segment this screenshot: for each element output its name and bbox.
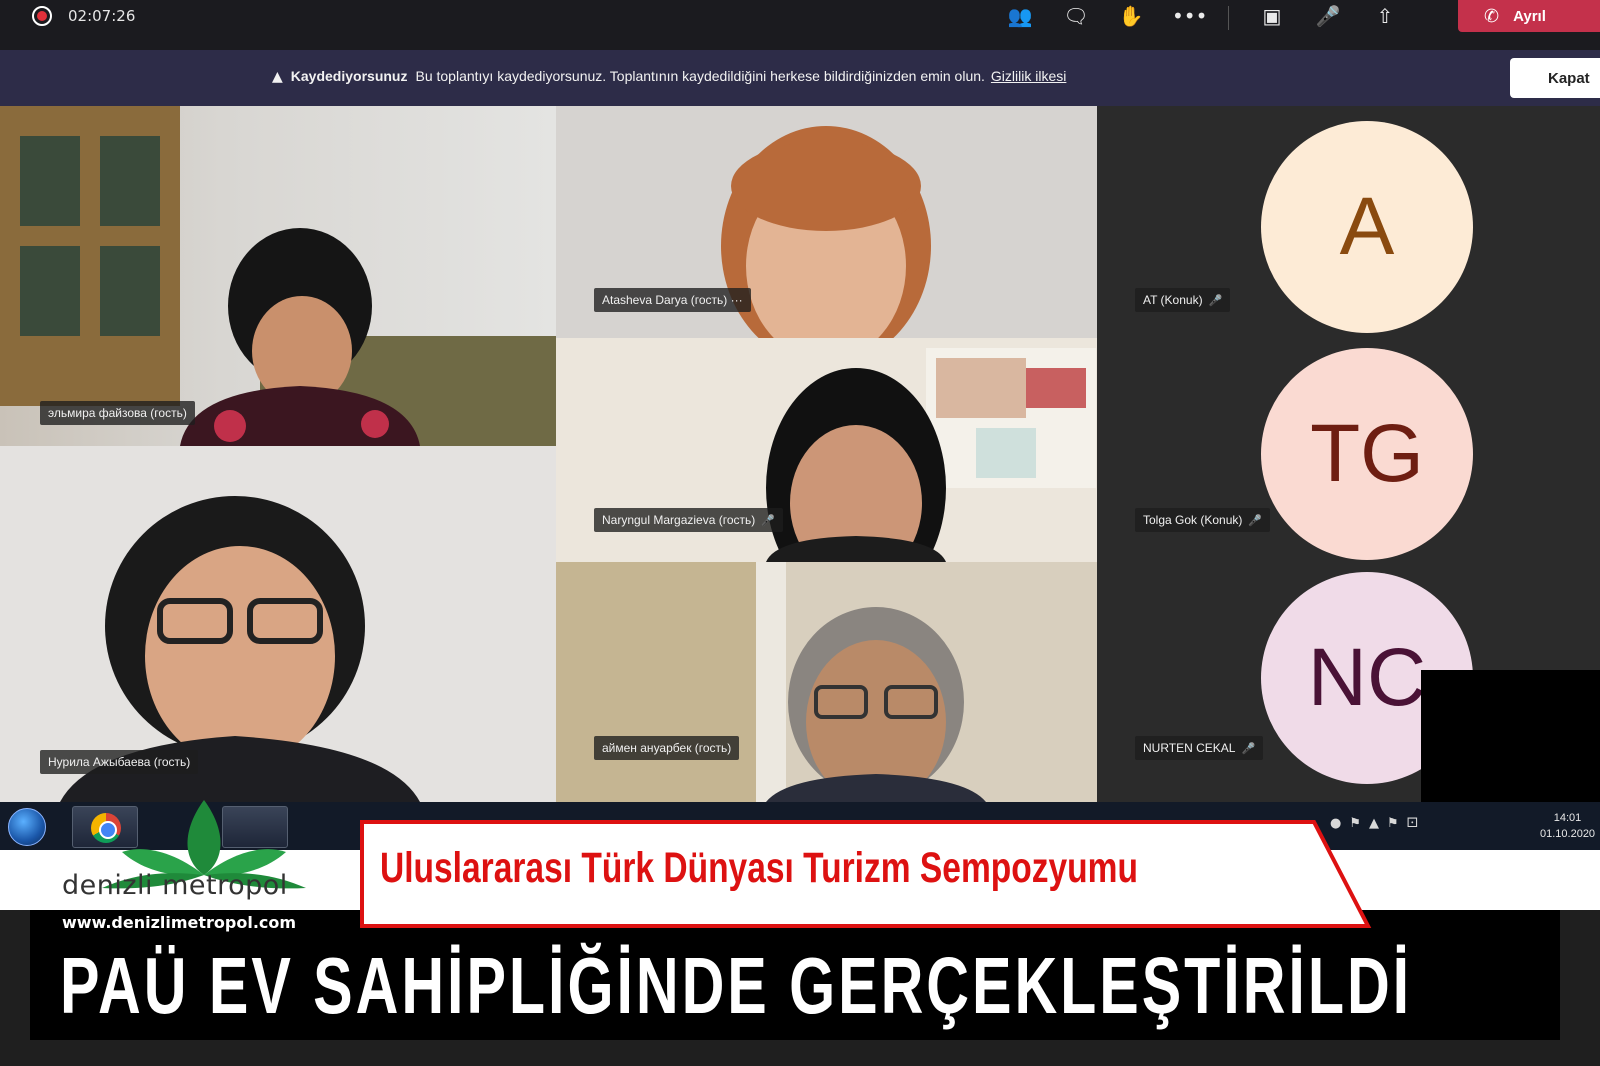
raise-hand-icon[interactable]: ✋ <box>1115 3 1147 29</box>
video-tile[interactable]: аймен ануарбек (гость) <box>556 562 1097 802</box>
participant-name: Нурила Ажыбаева (гость) <box>40 750 199 774</box>
self-view-preview <box>1421 670 1600 802</box>
banner-message: Bu toplantıyı kaydediyorsunuz. Toplantın… <box>415 68 985 84</box>
headline: PAÜ EV SAHİPLİĞİNDE GERÇEKLEŞTİRİLDİ <box>60 941 1413 1030</box>
toolbar-divider <box>1228 6 1229 30</box>
participant-video <box>0 446 556 802</box>
avatar-tile[interactable]: A AT (Konuk) 🎤 <box>1097 106 1600 338</box>
microphone-icon: 🎤 <box>1248 514 1263 527</box>
hang-up-icon: ✆ <box>1484 5 1500 27</box>
close-banner-button[interactable]: Kapat <box>1510 58 1600 98</box>
chat-icon[interactable]: 🗨 <box>1060 3 1092 29</box>
microphone-icon: 🎤 <box>761 514 775 527</box>
video-tile[interactable]: Naryngul Margazieva (гость) 🎤 <box>556 338 1097 562</box>
recording-banner: ▲ Kaydediyorsunuz Bu toplantıyı kaydediyor… <box>0 50 1600 106</box>
system-clock[interactable]: 14:01 01.10.2020 <box>1540 810 1595 842</box>
logo-url: www.denizlimetropol.com <box>62 913 297 932</box>
video-tile[interactable]: Нурила Ажыбаева (гость) <box>0 446 556 802</box>
leave-button-label: Ayrıl <box>1513 7 1546 25</box>
avatar: A <box>1261 121 1473 333</box>
participant-name: AT (Konuk) 🎤 <box>1135 288 1231 312</box>
participant-video <box>0 106 556 446</box>
microphone-icon: 🎤 <box>1208 294 1223 307</box>
leave-button[interactable]: ✆ Ayrıl <box>1458 0 1600 32</box>
meeting-timer: 02:07:26 <box>68 7 136 25</box>
video-grid: эльмира файзова (гость) Atasheva Darya (… <box>0 106 1600 802</box>
start-button[interactable] <box>8 808 46 846</box>
video-tile[interactable]: эльмира файзова (гость) <box>0 106 556 446</box>
warning-icon: ▲ <box>272 69 283 85</box>
privacy-policy-link[interactable]: Gizlilik ilkesi <box>991 68 1066 84</box>
banner-text: ▲ Kaydediyorsunuz Bu toplantıyı kaydediyor… <box>272 68 1066 85</box>
participant-name: NURTEN CEKAL 🎤 <box>1135 736 1264 760</box>
share-screen-icon[interactable]: ⇧ <box>1369 3 1401 29</box>
subtitle: Uluslararası Türk Dünyası Turizm Sempozy… <box>380 844 1138 892</box>
recording-icon <box>32 6 52 26</box>
clock-date: 01.10.2020 <box>1540 828 1596 840</box>
participant-video <box>556 562 1097 802</box>
avatar-tile[interactable]: TG Tolga Gok (Konuk) 🎤 <box>1097 338 1600 562</box>
banner-title: Kaydediyorsunuz <box>290 68 408 84</box>
meeting-toolbar: 02:07:26 👥 🗨 ✋ ••• ▣ 🎤 ⇧ ✆ Ayrıl <box>0 0 1600 50</box>
logo-name: denizli metropol <box>62 870 288 901</box>
microphone-icon: 🎤 <box>1241 742 1256 755</box>
participant-name: Tolga Gok (Konuk) 🎤 <box>1135 508 1271 532</box>
microphone-icon[interactable]: 🎤 <box>1312 3 1344 29</box>
participant-name: Atasheva Darya (гость) ··· <box>594 288 751 312</box>
participant-name: аймен ануарбек (гость) <box>594 736 740 760</box>
video-tile[interactable]: Atasheva Darya (гость) ··· <box>556 106 1097 338</box>
camera-icon[interactable]: ▣ <box>1256 3 1288 29</box>
participant-name: эльмира файзова (гость) <box>40 401 195 425</box>
participant-name: Naryngul Margazieva (гость) 🎤 <box>594 508 783 532</box>
avatar-tile[interactable]: NC NURTEN CEKAL 🎤 <box>1097 562 1600 802</box>
more-options-icon[interactable]: ··· <box>731 293 743 307</box>
clock-time: 14:01 <box>1553 812 1582 824</box>
more-options-icon[interactable]: ••• <box>1172 3 1207 29</box>
avatar: TG <box>1261 348 1473 560</box>
participants-icon[interactable]: 👥 <box>1004 3 1036 29</box>
